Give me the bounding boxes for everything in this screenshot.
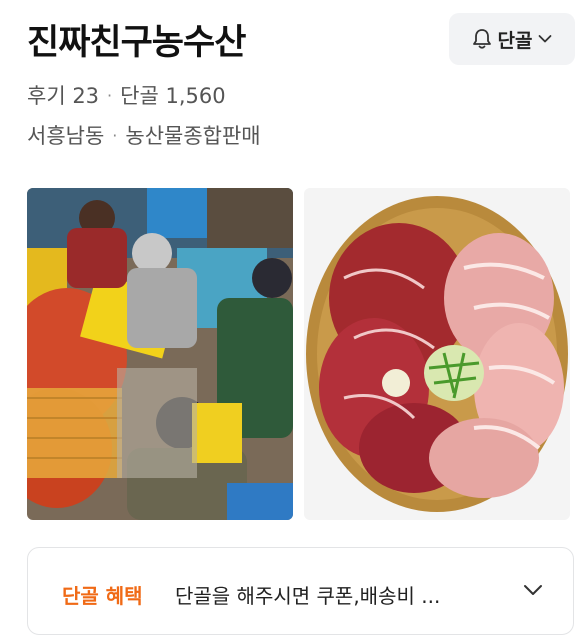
regular-customer-button[interactable]: 단골 <box>449 13 575 65</box>
store-category: 농산물종합판매 <box>125 124 261 148</box>
crab-market-photo[interactable] <box>27 188 293 520</box>
store-location: 서흥남동 <box>27 124 105 148</box>
store-location-category: 서흥남동 · 농산물종합판매 <box>27 120 261 150</box>
regular-button-label: 단골 <box>497 29 533 52</box>
bell-icon <box>472 28 492 50</box>
benefit-description: 단골을 해주시면 쿠폰,배송비 ... <box>175 584 441 608</box>
separator-dot: · <box>112 125 118 145</box>
store-stats: 후기 23 · 단골 1,560 <box>27 80 226 110</box>
regular-benefit-card[interactable]: 단골 혜택 단골을 해주시면 쿠폰,배송비 ... <box>27 547 574 635</box>
meat-platter-photo[interactable] <box>304 188 570 520</box>
store-title: 진짜친구농수산 <box>27 23 246 63</box>
benefit-title: 단골 혜택 <box>62 584 143 608</box>
store-header: 진짜친구농수산 단골 <box>0 0 580 72</box>
chevron-down-icon <box>538 34 552 44</box>
regular-count: 단골 1,560 <box>120 84 226 108</box>
review-count[interactable]: 후기 23 <box>27 80 99 110</box>
chevron-down-icon[interactable] <box>523 582 543 601</box>
separator-dot: · <box>107 85 113 105</box>
